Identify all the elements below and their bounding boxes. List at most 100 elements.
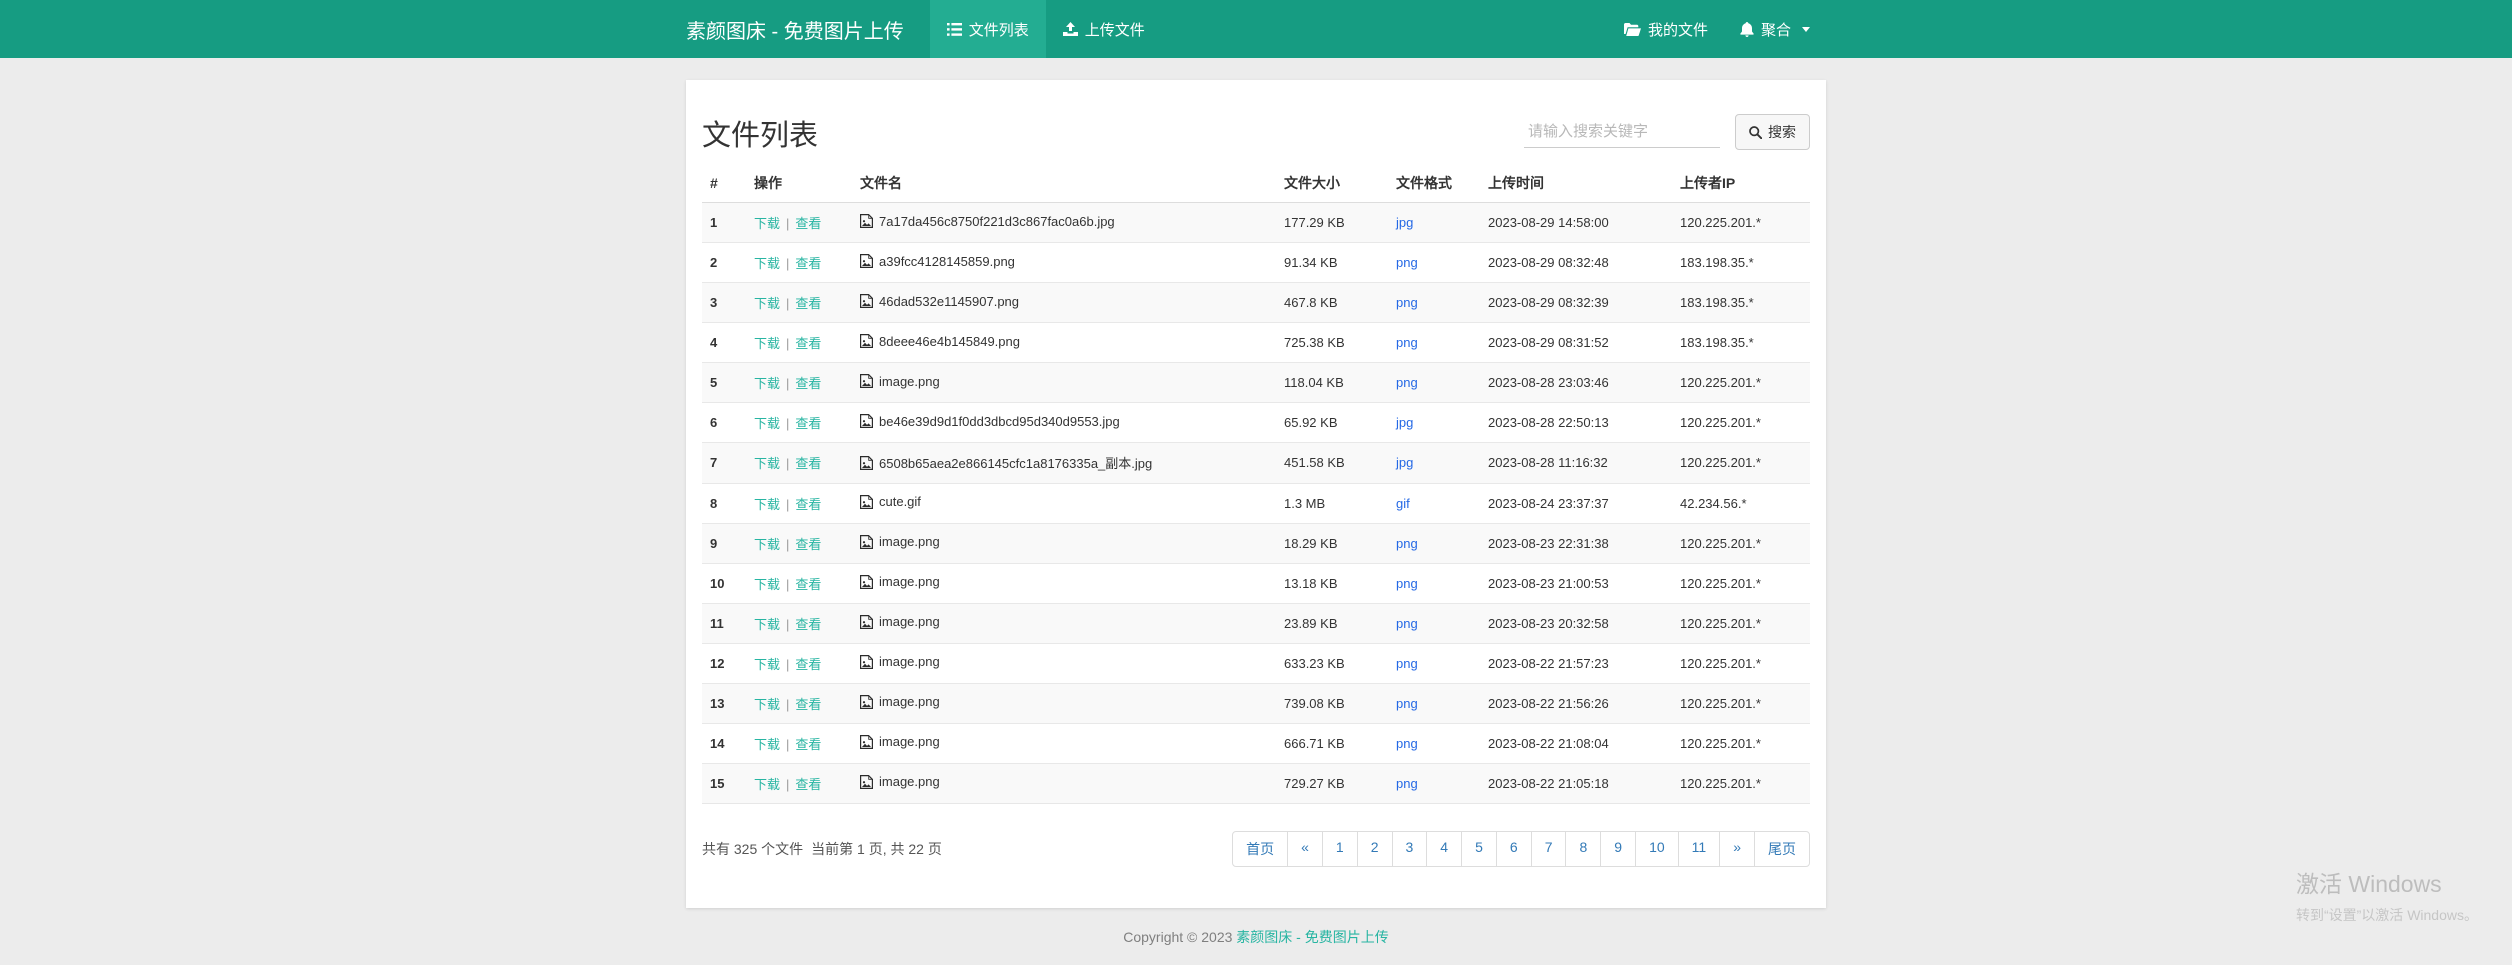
view-link[interactable]: 查看 [795, 617, 821, 632]
view-link[interactable]: 查看 [795, 737, 821, 752]
format-link[interactable]: png [1396, 536, 1418, 551]
filename-text: image.png [879, 534, 940, 549]
download-link[interactable]: 下载 [754, 256, 780, 271]
pagination-page-11[interactable]: 11 [1678, 831, 1721, 867]
table-header: # 操作 文件名 文件大小 文件格式 上传时间 上传者IP [702, 164, 1810, 203]
view-link[interactable]: 查看 [795, 497, 821, 512]
row-format-cell: jpg [1388, 403, 1480, 443]
row-upload-time: 2023-08-29 08:31:52 [1480, 323, 1672, 363]
pagination-last[interactable]: 尾页 [1754, 831, 1810, 867]
format-link[interactable]: png [1396, 616, 1418, 631]
search-group: 搜索 [1524, 114, 1810, 154]
download-link[interactable]: 下载 [754, 416, 780, 431]
pagination-page-5[interactable]: 5 [1461, 831, 1497, 867]
view-link[interactable]: 查看 [795, 537, 821, 552]
download-link[interactable]: 下载 [754, 737, 780, 752]
nav-item-aggregate-dropdown[interactable]: 聚合 [1724, 0, 1826, 58]
row-actions: 下载 | 查看 [746, 243, 852, 283]
view-link[interactable]: 查看 [795, 697, 821, 712]
file-image-icon [860, 695, 873, 709]
row-actions: 下载 | 查看 [746, 403, 852, 443]
view-link[interactable]: 查看 [795, 657, 821, 672]
download-link[interactable]: 下载 [754, 456, 780, 471]
table-row: 7 下载|查看 6508b65aea2e866145cfc1a8176335a_… [702, 443, 1810, 484]
format-link[interactable]: gif [1396, 496, 1410, 511]
row-format-cell: png [1388, 523, 1480, 563]
col-header-name: 文件名 [852, 164, 1276, 203]
format-link[interactable]: png [1396, 335, 1418, 350]
table-row: 11 下载|查看 image.png 23.89 KB png 2023-08-… [702, 603, 1810, 643]
view-link[interactable]: 查看 [795, 777, 821, 792]
filename-text: image.png [879, 654, 940, 669]
download-link[interactable]: 下载 [754, 296, 780, 311]
pagination-first[interactable]: 首页 [1232, 831, 1288, 867]
download-link[interactable]: 下载 [754, 697, 780, 712]
brand-link[interactable]: 素颜图床 - 免费图片上传 [686, 0, 930, 58]
windows-activation-watermark: 激活 Windows 转到“设置”以激活 Windows。 [2296, 865, 2478, 925]
download-link[interactable]: 下载 [754, 497, 780, 512]
pagination-prev[interactable]: « [1287, 831, 1323, 867]
row-upload-time: 2023-08-23 22:31:38 [1480, 523, 1672, 563]
format-link[interactable]: png [1396, 736, 1418, 751]
action-separator: | [786, 416, 789, 431]
pagination-page-1[interactable]: 1 [1322, 831, 1358, 867]
format-link[interactable]: png [1396, 776, 1418, 791]
download-link[interactable]: 下载 [754, 537, 780, 552]
download-link[interactable]: 下载 [754, 617, 780, 632]
pagination-next[interactable]: » [1719, 831, 1755, 867]
table-row: 4 下载|查看 8deee46e4b145849.png 725.38 KB p… [702, 323, 1810, 363]
view-link[interactable]: 查看 [795, 456, 821, 471]
download-link[interactable]: 下载 [754, 657, 780, 672]
search-icon [1749, 126, 1762, 139]
pagination-page-10[interactable]: 10 [1635, 831, 1679, 867]
row-actions: 下载|查看 [746, 723, 852, 763]
view-link[interactable]: 查看 [795, 216, 821, 231]
view-link[interactable]: 查看 [795, 416, 821, 431]
row-format-cell: png [1388, 603, 1480, 643]
format-link[interactable]: jpg [1396, 215, 1413, 230]
format-link[interactable]: png [1396, 375, 1418, 390]
nav-tab-file-list[interactable]: 文件列表 [930, 0, 1046, 58]
filename-text: be46e39d9d1f0dd3dbcd95d340d9553.jpg [879, 414, 1120, 429]
row-format-cell: png [1388, 323, 1480, 363]
row-uploader-ip: 120.225.201.* [1672, 523, 1810, 563]
view-link[interactable]: 查看 [795, 296, 821, 311]
download-link[interactable]: 下载 [754, 216, 780, 231]
pagination-page-8[interactable]: 8 [1565, 831, 1601, 867]
search-input[interactable] [1524, 116, 1720, 148]
pagination-page-2[interactable]: 2 [1357, 831, 1393, 867]
view-link[interactable]: 查看 [795, 376, 821, 391]
action-separator: | [786, 256, 789, 271]
summary-page: 当前第 1 页, 共 22 页 [811, 841, 942, 857]
download-link[interactable]: 下载 [754, 376, 780, 391]
format-link[interactable]: jpg [1396, 455, 1413, 470]
download-link[interactable]: 下载 [754, 777, 780, 792]
download-link[interactable]: 下载 [754, 336, 780, 351]
format-link[interactable]: png [1396, 576, 1418, 591]
download-link[interactable]: 下载 [754, 577, 780, 592]
nav-tab-label: 上传文件 [1085, 19, 1145, 40]
format-link[interactable]: png [1396, 656, 1418, 671]
footer-site-link[interactable]: 素颜图床 - 免费图片上传 [1236, 929, 1388, 945]
pagination-page-3[interactable]: 3 [1392, 831, 1428, 867]
format-link[interactable]: png [1396, 696, 1418, 711]
view-link[interactable]: 查看 [795, 577, 821, 592]
row-filename-cell: be46e39d9d1f0dd3dbcd95d340d9553.jpg [852, 403, 1276, 443]
view-link[interactable]: 查看 [795, 256, 821, 271]
pagination-page-9[interactable]: 9 [1600, 831, 1636, 867]
format-link[interactable]: png [1396, 295, 1418, 310]
nav-tab-upload[interactable]: 上传文件 [1046, 0, 1162, 58]
view-link[interactable]: 查看 [795, 336, 821, 351]
nav-item-my-files[interactable]: 我的文件 [1608, 0, 1724, 58]
format-link[interactable]: png [1396, 255, 1418, 270]
row-actions: 下载|查看 [746, 363, 852, 403]
format-link[interactable]: jpg [1396, 415, 1413, 430]
row-filename-cell: image.png [852, 563, 1276, 603]
row-index: 1 [702, 203, 746, 243]
pagination-page-4[interactable]: 4 [1426, 831, 1462, 867]
pagination-page-6[interactable]: 6 [1496, 831, 1532, 867]
file-image-icon [860, 294, 873, 308]
search-button[interactable]: 搜索 [1735, 114, 1810, 150]
row-uploader-ip: 120.225.201.* [1672, 723, 1810, 763]
pagination-page-7[interactable]: 7 [1531, 831, 1567, 867]
